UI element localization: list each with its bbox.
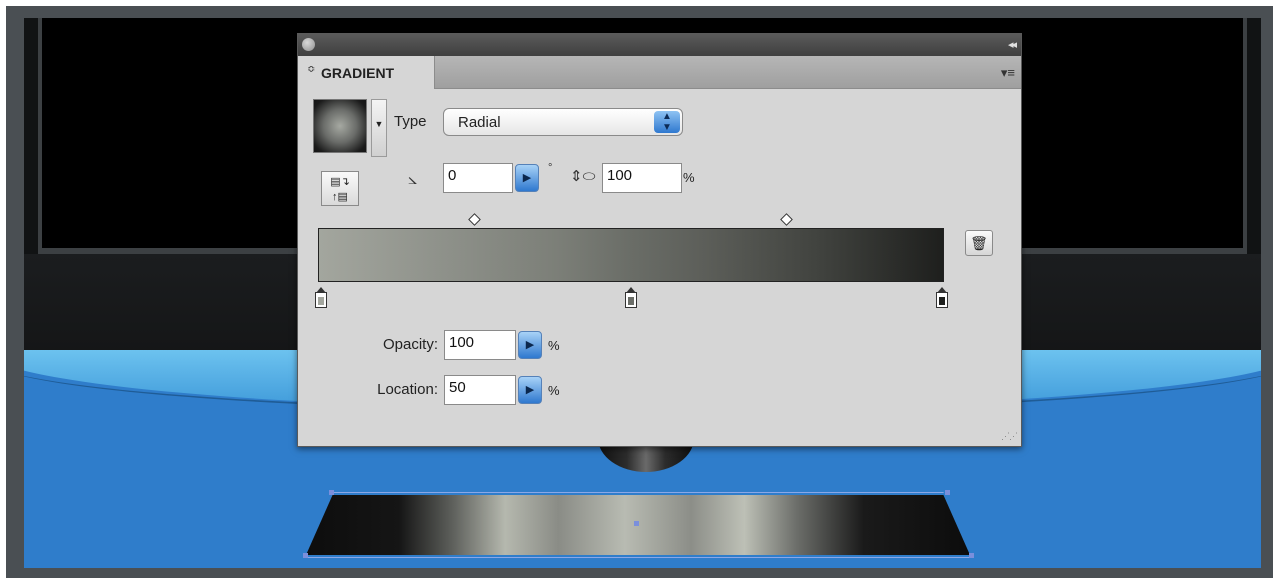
aspect-unit: % (683, 170, 695, 185)
tab-gradient[interactable]: ≎ GRADIENT (298, 56, 435, 89)
select-arrows-icon: ▲ ▼ (654, 111, 680, 133)
trash-icon: 🗑 (970, 235, 988, 251)
opacity-field[interactable]: 100 (444, 330, 516, 360)
location-field[interactable]: 50 (444, 375, 516, 405)
center-point[interactable] (634, 521, 639, 526)
gradient-stop-selected[interactable] (625, 287, 637, 308)
type-value: Radial (458, 114, 501, 131)
aspect-ratio-field[interactable]: 100 (602, 163, 682, 193)
anchor-point[interactable] (945, 490, 950, 495)
resize-grip-icon[interactable]: ⋰⋰ (1001, 431, 1018, 442)
opacity-label: Opacity: (382, 336, 438, 353)
opacity-unit: % (548, 338, 560, 353)
gradient-stop[interactable] (936, 287, 948, 308)
angle-icon: ⦣ (408, 171, 418, 188)
opacity-dropdown-button[interactable]: ▶ (518, 331, 542, 359)
gradient-swatch[interactable] (313, 99, 367, 153)
chevron-down-icon[interactable]: ▼ (371, 99, 387, 157)
tab-label: GRADIENT (321, 65, 395, 81)
gradient-midpoint[interactable] (468, 213, 481, 226)
angle-field[interactable]: 0 (443, 163, 513, 193)
type-select[interactable]: Radial ▲ ▼ (443, 108, 683, 136)
gradient-stop[interactable] (315, 287, 327, 308)
collapse-icon[interactable]: ◂◂ (1008, 38, 1017, 51)
angle-dropdown-button[interactable]: ▶ (515, 164, 539, 192)
aspect-ratio-icon: ⇕⬭ (570, 168, 596, 185)
reverse-gradient-icon: ▤↴ ↑▤ (330, 176, 350, 203)
gradient-panel: ◂◂ ≎ GRADIENT ▾≡ ▼ Type Radial ▲ ▼ ▤↴ ↑▤ ⦣… (297, 33, 1022, 447)
type-label: Type (394, 113, 427, 130)
anchor-point[interactable] (329, 490, 334, 495)
panel-menu-icon[interactable]: ▾≡ (1001, 65, 1015, 81)
location-dropdown-button[interactable]: ▶ (518, 376, 542, 404)
anchor-point[interactable] (969, 553, 974, 558)
location-unit: % (548, 383, 560, 398)
gradient-slider[interactable] (318, 228, 944, 282)
panel-titlebar[interactable]: ◂◂ (298, 34, 1021, 56)
panel-tabstrip: ≎ GRADIENT ▾≡ (298, 56, 1021, 89)
angle-unit: ° (548, 162, 553, 174)
tab-arrows-icon[interactable]: ≎ (307, 64, 315, 75)
location-label: Location: (377, 381, 438, 398)
close-icon[interactable] (302, 38, 315, 51)
gradient-midpoint[interactable] (780, 213, 793, 226)
anchor-point[interactable] (303, 553, 308, 558)
delete-stop-button[interactable]: 🗑 (965, 230, 993, 256)
reverse-gradient-button[interactable]: ▤↴ ↑▤ (321, 171, 359, 206)
